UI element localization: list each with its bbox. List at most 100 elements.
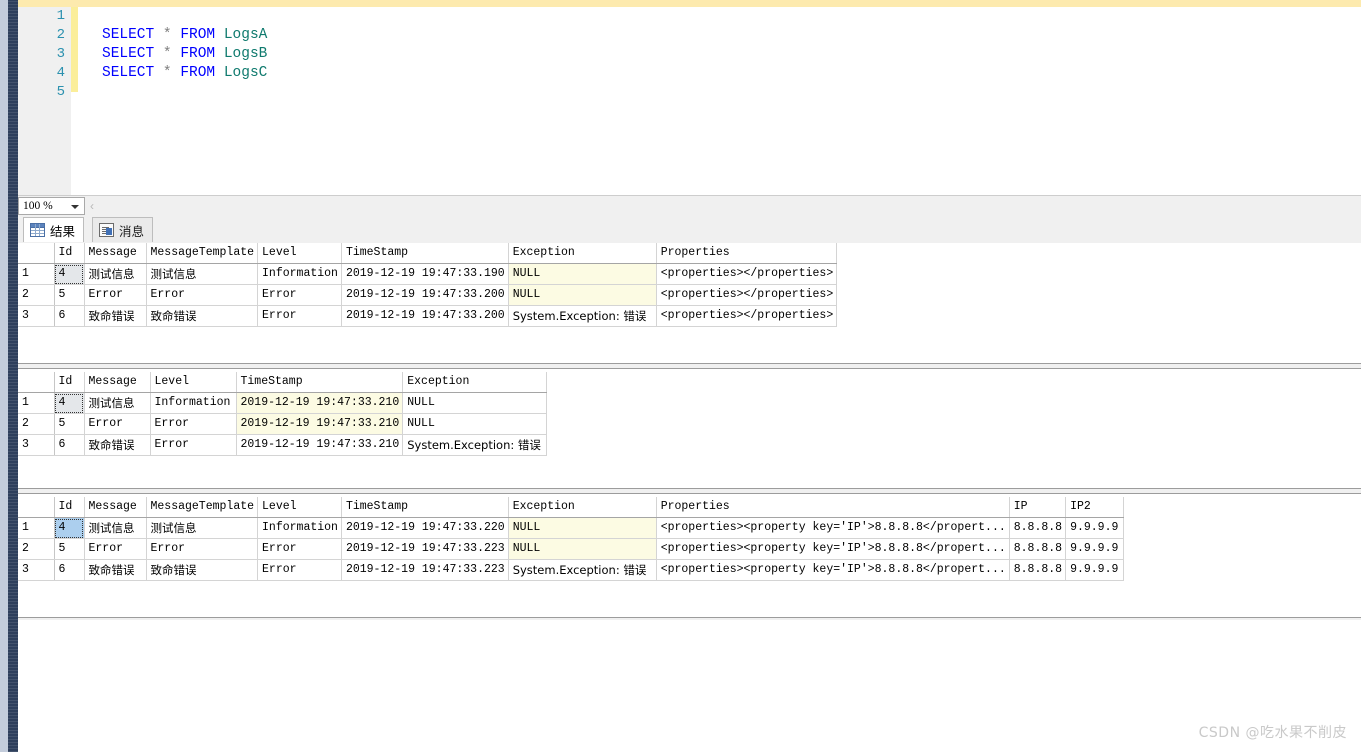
tab-results[interactable]: 结果	[23, 217, 85, 242]
table-cell[interactable]: 致命错误	[84, 434, 151, 456]
column-header[interactable]: MessageTemplate	[146, 243, 259, 264]
table-cell[interactable]: Error	[84, 538, 147, 560]
column-header[interactable]: Exception	[508, 497, 657, 518]
table-cell[interactable]: Error	[146, 538, 259, 560]
table-cell[interactable]: NULL	[402, 413, 548, 435]
table-cell[interactable]: 测试信息	[146, 263, 259, 285]
result-grid-logsc[interactable]: Id Message MessageTemplate Level TimeStamp Ex…	[18, 497, 1125, 581]
table-cell[interactable]: <properties></properties>	[656, 263, 838, 285]
column-header[interactable]: Level	[257, 243, 342, 264]
table-cell[interactable]: <properties><property key='IP'>8.8.8.8</…	[656, 538, 1010, 560]
grid-separator[interactable]	[18, 363, 1361, 369]
table-cell[interactable]: 2019-12-19 19:47:33.190	[341, 263, 509, 285]
collapse-chevron-icon[interactable]: ‹	[90, 199, 94, 213]
table-cell[interactable]: 5	[54, 284, 85, 306]
column-header[interactable]: Message	[84, 243, 147, 264]
row-header-corner[interactable]	[18, 372, 55, 393]
code-line-4[interactable]: SELECT * FROM LogsC	[102, 64, 267, 83]
table-cell[interactable]: <properties></properties>	[656, 305, 838, 327]
table-cell[interactable]: 9.9.9.9	[1065, 538, 1125, 560]
table-cell[interactable]: 2019-12-19 19:47:33.200	[341, 305, 509, 327]
row-header[interactable]: 3	[18, 559, 55, 581]
table-cell[interactable]: 6	[54, 559, 85, 581]
table-cell[interactable]: System.Exception: 错误	[508, 305, 657, 327]
table-cell[interactable]: Error	[146, 284, 259, 306]
column-header[interactable]: TimeStamp	[341, 497, 509, 518]
table-cell[interactable]: Information	[150, 392, 237, 414]
table-cell[interactable]: <properties></properties>	[656, 284, 838, 306]
table-row[interactable]: 2 5 Error Error Error 2019-12-19 19:47:33.223…	[18, 538, 1125, 560]
table-cell[interactable]: System.Exception: 错误	[508, 559, 657, 581]
grid-separator[interactable]	[18, 488, 1361, 494]
table-row[interactable]: 3 6 致命错误 致命错误 Error 2019-12-19 19:47:33.223 Sy…	[18, 559, 1125, 581]
table-cell[interactable]: 测试信息	[146, 517, 259, 539]
column-header[interactable]: TimeStamp	[236, 372, 404, 393]
row-header[interactable]: 2	[18, 538, 55, 560]
table-cell[interactable]: 测试信息	[84, 263, 147, 285]
table-cell[interactable]: Error	[257, 305, 342, 327]
table-cell[interactable]: NULL	[508, 517, 657, 539]
column-header[interactable]: Properties	[656, 497, 1010, 518]
table-cell[interactable]: Information	[257, 517, 342, 539]
table-cell[interactable]: 2019-12-19 19:47:33.200	[341, 284, 509, 306]
table-cell[interactable]: 致命错误	[84, 559, 147, 581]
table-cell[interactable]: Error	[150, 413, 237, 435]
table-cell[interactable]: 测试信息	[84, 517, 147, 539]
table-cell[interactable]: Error	[150, 434, 237, 456]
table-cell[interactable]: 2019-12-19 19:47:33.220	[341, 517, 509, 539]
table-cell[interactable]: 9.9.9.9	[1065, 517, 1125, 539]
table-row[interactable]: 2 5 Error Error 2019-12-19 19:47:33.210 NULL	[18, 413, 548, 435]
result-grid-logsb[interactable]: Id Message Level TimeStamp Exception 1 4 测试信息 In…	[18, 372, 548, 456]
table-row[interactable]: 2 5 Error Error Error 2019-12-19 19:47:33.200…	[18, 284, 838, 306]
table-row[interactable]: 3 6 致命错误 Error 2019-12-19 19:47:33.210 System…	[18, 434, 548, 456]
row-header[interactable]: 1	[18, 263, 55, 285]
table-cell[interactable]: 5	[54, 413, 85, 435]
column-header[interactable]: MessageTemplate	[146, 497, 259, 518]
table-cell[interactable]: 2019-12-19 19:47:33.223	[341, 559, 509, 581]
table-row[interactable]: 1 4 测试信息 测试信息 Information 2019-12-19 19:47:33…	[18, 517, 1125, 539]
table-cell[interactable]: 测试信息	[84, 392, 151, 414]
table-cell[interactable]: 6	[54, 434, 85, 456]
column-header[interactable]: Exception	[402, 372, 548, 393]
column-header[interactable]: Id	[54, 243, 85, 264]
row-header-corner[interactable]	[18, 243, 55, 264]
table-cell[interactable]: NULL	[508, 263, 657, 285]
column-header[interactable]: Message	[84, 372, 151, 393]
table-cell[interactable]: 8.8.8.8	[1009, 559, 1067, 581]
table-cell[interactable]: <properties><property key='IP'>8.8.8.8</…	[656, 517, 1010, 539]
table-row[interactable]: 1 4 测试信息 测试信息 Information 2019-12-19 19:47:33…	[18, 263, 838, 285]
zoom-level-dropdown[interactable]: 100 %	[18, 197, 85, 215]
grid-separator[interactable]	[18, 617, 1361, 620]
row-header-corner[interactable]	[18, 497, 55, 518]
column-header[interactable]: Level	[150, 372, 237, 393]
row-header[interactable]: 3	[18, 305, 55, 327]
column-header[interactable]: TimeStamp	[341, 243, 509, 264]
table-cell[interactable]: 8.8.8.8	[1009, 538, 1067, 560]
table-cell[interactable]: 4	[54, 263, 85, 285]
result-table[interactable]: Id Message MessageTemplate Level TimeStamp Ex…	[18, 243, 838, 327]
table-cell[interactable]: Error	[257, 559, 342, 581]
table-cell[interactable]: System.Exception: 错误	[402, 434, 548, 456]
column-header[interactable]: Id	[54, 372, 85, 393]
table-cell[interactable]: 2019-12-19 19:47:33.210	[236, 434, 404, 456]
table-cell[interactable]: 致命错误	[146, 559, 259, 581]
column-header[interactable]: Properties	[656, 243, 838, 264]
table-cell[interactable]: <properties><property key='IP'>8.8.8.8</…	[656, 559, 1010, 581]
table-cell[interactable]: Error	[257, 284, 342, 306]
row-header[interactable]: 2	[18, 284, 55, 306]
sql-editor-pane[interactable]: 1 2 SELECT * FROM LogsA 3 SELECT * FROM …	[18, 0, 1361, 195]
result-grid-logsa[interactable]: Id Message MessageTemplate Level TimeStamp Ex…	[18, 243, 838, 327]
table-cell[interactable]: 8.8.8.8	[1009, 517, 1067, 539]
table-cell[interactable]: 6	[54, 305, 85, 327]
table-cell[interactable]: 致命错误	[146, 305, 259, 327]
result-table[interactable]: Id Message MessageTemplate Level TimeStamp Ex…	[18, 497, 1125, 581]
code-line-3[interactable]: SELECT * FROM LogsB	[102, 45, 267, 64]
result-table[interactable]: Id Message Level TimeStamp Exception 1 4 测试信息 In…	[18, 372, 548, 456]
column-header[interactable]: Message	[84, 497, 147, 518]
row-header[interactable]: 2	[18, 413, 55, 435]
table-row[interactable]: 1 4 测试信息 Information 2019-12-19 19:47:33.210…	[18, 392, 548, 414]
table-cell[interactable]: 2019-12-19 19:47:33.223	[341, 538, 509, 560]
table-cell[interactable]: Error	[257, 538, 342, 560]
table-cell[interactable]: 4	[54, 517, 85, 539]
row-header[interactable]: 1	[18, 517, 55, 539]
